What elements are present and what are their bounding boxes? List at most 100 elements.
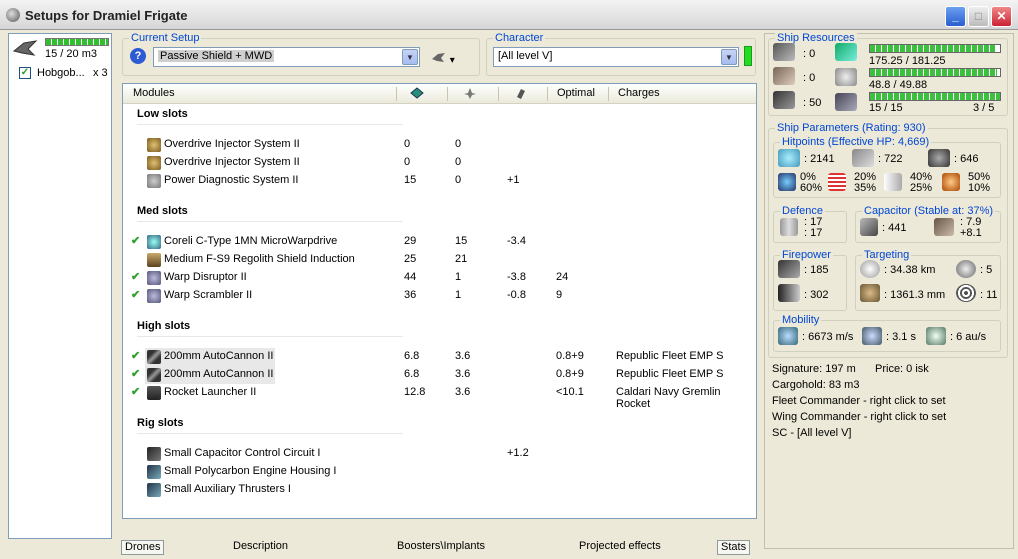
turret-count: : 0 (803, 48, 816, 60)
warp-scrambler-icon (147, 289, 161, 303)
setup-menu-button[interactable]: ▾ (431, 51, 455, 66)
col-charges[interactable]: Charges (618, 87, 660, 99)
character-select[interactable]: [All level V] ▼ (493, 47, 739, 67)
scan-resolution: : 1361.3 mm (884, 289, 946, 301)
chevron-down-icon: ▼ (721, 49, 737, 65)
tab-boosters[interactable]: Boosters\Implants (397, 540, 485, 555)
module-optimal: 0.8+9 (556, 350, 584, 362)
col-modules[interactable]: Modules (133, 87, 175, 99)
sensor-strength-icon (956, 284, 976, 302)
powergrid-icon (835, 68, 857, 86)
ship-icon[interactable] (12, 37, 38, 59)
module-row[interactable]: ✔ Coreli C-Type 1MN MicroWarpdrive 29 15… (123, 233, 755, 251)
hitpoints-label: Hitpoints (Effective HP: 4,669) (780, 136, 932, 148)
module-row[interactable]: Small Capacitor Control Circuit I +1.2 (123, 445, 755, 463)
overdrive-icon (147, 138, 161, 152)
targeting-group: Targeting : 34.38 km : 5 : 1361.3 mm : 1… (855, 249, 1001, 311)
defence-value-2: : 17 (804, 227, 823, 239)
module-cpu: 36 (404, 289, 417, 301)
section-med: Med slots (137, 205, 188, 217)
check-icon: ✔ (131, 350, 141, 362)
section-high: High slots (137, 320, 191, 332)
fleet-item-label: Hobgob... (37, 67, 85, 79)
turret-dps-icon (778, 260, 800, 278)
module-charges: Republic Fleet EMP S (616, 368, 724, 380)
module-optimal: 24 (556, 271, 569, 283)
fleet-panel: 15 / 20 m3 ✓ Hobgob... x 3 (8, 33, 112, 539)
speed-value: : 6673 m/s (802, 331, 854, 343)
tab-drones[interactable]: Drones (121, 540, 165, 555)
velocity-icon (778, 327, 798, 345)
module-name: Rocket Launcher II (164, 386, 257, 398)
check-icon: ✔ (131, 386, 141, 398)
close-button[interactable]: ✕ (991, 6, 1012, 27)
module-cpu: 12.8 (404, 386, 426, 398)
powergrid-col-icon[interactable] (463, 87, 477, 100)
module-row[interactable]: Medium F-S9 Regolith Shield Induction 25… (123, 251, 755, 269)
thermal-resist-b: 35% (854, 182, 877, 194)
ship-menu-icon (432, 53, 445, 62)
defence-icon (780, 218, 798, 236)
shield-icon (778, 149, 800, 167)
character-group: Character [All level V] ▼ (486, 32, 756, 76)
capacitor-icon (860, 218, 878, 236)
col-optimal[interactable]: Optimal (557, 87, 595, 99)
module-cpu: 15 (404, 174, 417, 186)
module-pg: 15 (455, 235, 468, 247)
squad-commander-text[interactable]: SC - [All level V] (772, 427, 851, 439)
module-cpu: 44 (404, 271, 417, 283)
ship-resources-group: Ship Resources : 0 : 0 : 50 175.25 / 181… (768, 32, 1008, 116)
module-row[interactable]: Overdrive Injector System II 0 0 (123, 154, 755, 172)
module-pg: 0 (455, 174, 462, 186)
tab-stats[interactable]: Stats (717, 540, 751, 555)
fleet-item-checkbox[interactable]: ✓ (19, 67, 31, 79)
module-name: Small Capacitor Control Circuit I (164, 447, 321, 459)
cpu-value: 175.25 / 181.25 (869, 55, 946, 67)
module-row[interactable]: ✔ Warp Disruptor II 44 1 -3.8 24 (123, 269, 755, 287)
module-cpu: 6.8 (404, 368, 420, 380)
fleet-item[interactable]: ✓ Hobgob... x 3 (13, 66, 109, 82)
cpu-col-icon[interactable] (409, 87, 425, 100)
wing-commander-text[interactable]: Wing Commander - right click to set (772, 411, 946, 423)
em-resist-icon (778, 173, 796, 191)
help-icon[interactable]: ? (130, 48, 146, 64)
setup-select[interactable]: Passive Shield + MWD ▼ (153, 47, 420, 67)
capacitor-rate-2: +8.1 (960, 227, 982, 239)
module-cpu: 0 (404, 156, 411, 168)
fleet-commander-text[interactable]: Fleet Commander - right click to set (772, 395, 946, 407)
module-row[interactable]: Overdrive Injector System II 0 0 (123, 136, 755, 154)
launcher-count: : 0 (803, 72, 816, 84)
module-name: Warp Scrambler II (164, 289, 253, 301)
ship-parameters-label: Ship Parameters (Rating: 930) (775, 122, 928, 134)
module-row[interactable]: Small Auxiliary Thrusters I (123, 481, 755, 499)
powergrid-value: 48.8 / 49.88 (869, 79, 928, 91)
module-cpu: 29 (404, 235, 417, 247)
hull-hp: : 646 (954, 153, 979, 165)
module-row[interactable]: Small Polycarbon Engine Housing I (123, 463, 755, 481)
kinetic-resist-b: 25% (910, 182, 933, 194)
module-row[interactable]: Power Diagnostic System II 15 0 +1 (123, 172, 755, 190)
em-resist-b: 60% (800, 182, 823, 194)
module-row[interactable]: ✔ 200mm AutoCannon II 6.8 3.6 0.8+9 Repu… (123, 366, 755, 384)
module-charges: Caldari Navy Gremlin Rocket (616, 386, 721, 410)
tab-projected[interactable]: Projected effects (579, 540, 661, 555)
drone-bandwidth-value: 15 / 15 (869, 102, 903, 114)
module-row[interactable]: ✔ Warp Scrambler II 36 1 -0.8 9 (123, 287, 755, 305)
minimize-button[interactable]: _ (945, 6, 966, 27)
module-name: Medium F-S9 Regolith Shield Induction (164, 253, 355, 265)
character-select-value: [All level V] (498, 50, 553, 62)
mobility-group: Mobility : 6673 m/s : 3.1 s : 6 au/s (773, 314, 1001, 352)
module-optimal: <10.1 (556, 386, 584, 398)
maximize-button[interactable]: □ (968, 6, 989, 27)
align-value: : 3.1 s (886, 331, 916, 343)
module-row[interactable]: ✔ 200mm AutoCannon II 6.8 3.6 0.8+9 Repu… (123, 348, 755, 366)
signature-text: Signature: 197 m (772, 363, 856, 375)
overdrive-icon (147, 156, 161, 170)
align-time-icon (862, 327, 882, 345)
module-row[interactable]: ✔ Rocket Launcher II 12.8 3.6 <10.1 Cald… (123, 384, 755, 410)
capacitor-col-icon[interactable] (515, 87, 527, 100)
warp-value: : 6 au/s (950, 331, 987, 343)
tab-description[interactable]: Description (233, 540, 288, 555)
module-charges: Republic Fleet EMP S (616, 350, 724, 362)
fleet-item-qty: x 3 (93, 67, 108, 79)
